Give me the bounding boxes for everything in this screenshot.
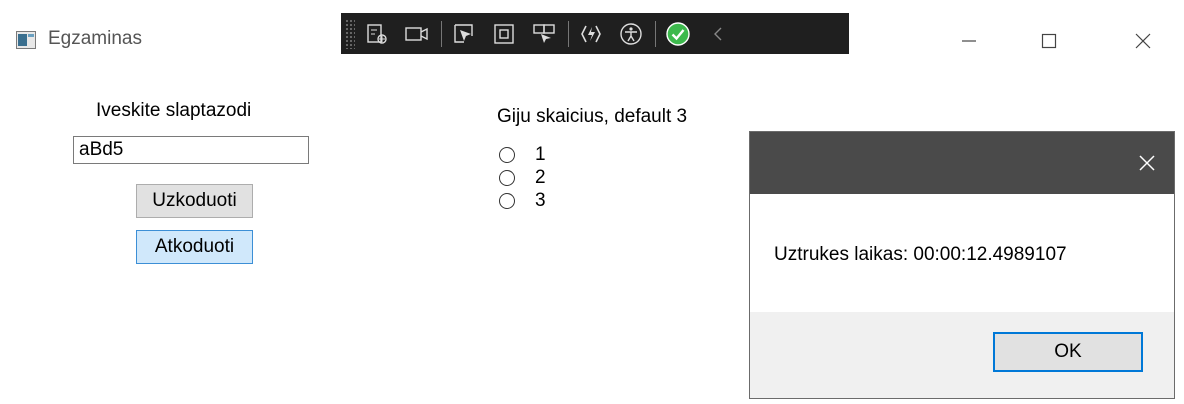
toolbar-grip[interactable]: [345, 18, 355, 49]
radio-button-icon[interactable]: [499, 193, 515, 209]
collapse-toolbar-button[interactable]: [700, 16, 736, 52]
hot-reload-button[interactable]: [573, 16, 609, 52]
live-visual-tree-button[interactable]: [359, 16, 395, 52]
password-label: Iveskite slaptazodi: [96, 100, 252, 121]
dialog-footer: OK: [750, 312, 1174, 398]
display-adorners-button[interactable]: [486, 16, 522, 52]
app-window-icon: [16, 31, 36, 49]
window-title: Egzaminas: [48, 28, 142, 49]
thread-option-3[interactable]: 3: [499, 190, 546, 212]
binding-check-ok-icon: [666, 21, 690, 46]
ok-button[interactable]: OK: [993, 332, 1143, 372]
thread-option-label: 1: [535, 144, 546, 165]
select-element-button[interactable]: [446, 16, 482, 52]
toolbar-separator: [568, 20, 569, 47]
thread-option-1[interactable]: 1: [499, 144, 546, 166]
dialog-close-button[interactable]: [1124, 140, 1170, 186]
track-focus-button[interactable]: [526, 16, 562, 52]
message-box-dialog: Uztrukes laikas: 00:00:12.4989107 OK: [749, 131, 1175, 399]
decode-button[interactable]: Atkoduoti: [136, 230, 253, 264]
minimize-icon: [962, 40, 976, 42]
track-focus-icon: [533, 23, 555, 43]
accessibility-checker-button[interactable]: [613, 16, 649, 52]
password-input[interactable]: aBd5: [73, 136, 309, 164]
encode-button[interactable]: Uzkoduoti: [136, 184, 253, 218]
record-video-button[interactable]: [399, 16, 435, 52]
threads-label: Giju skaicius, default 3: [497, 106, 688, 127]
thread-option-label: 3: [535, 190, 546, 211]
dialog-message: Uztrukes laikas: 00:00:12.4989107: [774, 244, 1067, 265]
live-visual-tree-icon: [367, 23, 387, 44]
accessibility-checker-icon: [620, 22, 642, 45]
minimize-button[interactable]: [946, 18, 992, 64]
radio-button-icon[interactable]: [499, 170, 515, 186]
toolbar-separator: [655, 20, 656, 47]
thread-option-label: 2: [535, 167, 546, 188]
close-icon: [1139, 155, 1155, 171]
thread-option-2[interactable]: 2: [499, 167, 546, 189]
record-video-icon: [405, 26, 428, 41]
dialog-title-bar: [750, 132, 1174, 194]
collapse-chevron-icon: [714, 27, 722, 40]
select-element-icon: [454, 23, 473, 43]
binding-check-button[interactable]: [660, 16, 696, 52]
maximize-button[interactable]: [1026, 18, 1072, 64]
close-button[interactable]: [1120, 18, 1166, 64]
toolbar-separator: [441, 20, 442, 47]
maximize-icon: [1041, 33, 1057, 49]
radio-button-icon[interactable]: [499, 147, 515, 163]
display-layout-adorners-icon: [494, 23, 514, 44]
hot-reload-icon: [581, 25, 601, 42]
close-icon: [1135, 33, 1151, 49]
xaml-debug-toolbar: [341, 13, 849, 54]
